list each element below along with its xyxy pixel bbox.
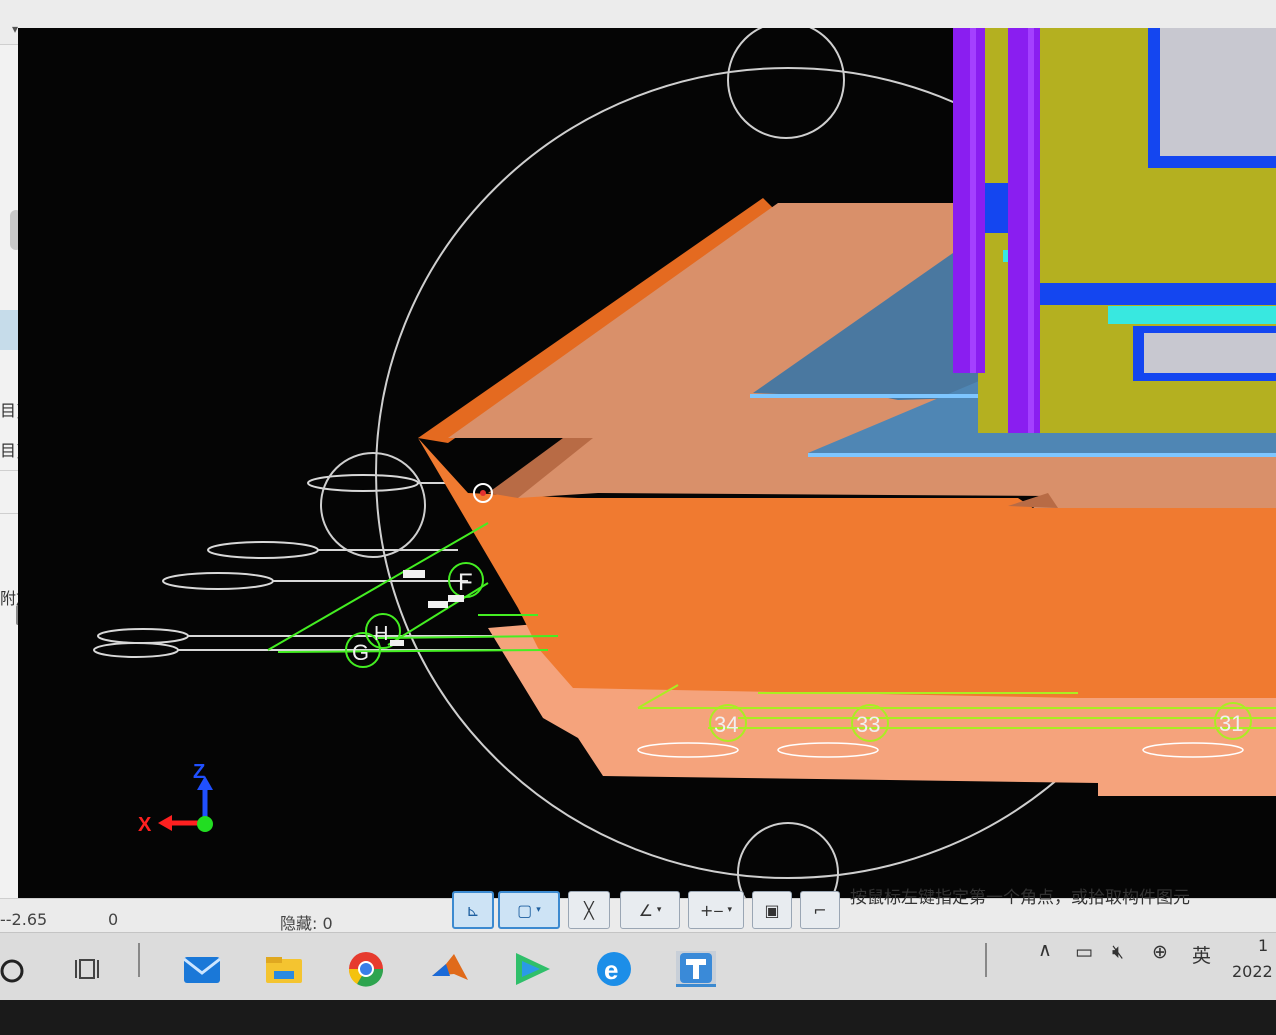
ime-indicator[interactable]: 英 xyxy=(1192,941,1211,968)
windows-taskbar: e ∧ ▭ 🔇︎ ⊕ 英 1 2022 xyxy=(0,932,1276,1000)
grid-label-G: G xyxy=(352,640,369,665)
chevron-up-icon[interactable]: ∧ xyxy=(1038,939,1052,961)
video-player-icon[interactable] xyxy=(512,951,552,987)
orbit-handle-top xyxy=(727,28,845,139)
svg-text:e: e xyxy=(604,955,618,985)
task-view-icon[interactable] xyxy=(68,951,108,987)
search-circle-icon[interactable] xyxy=(0,953,32,989)
axis-bubble-ellipse xyxy=(207,541,319,559)
orbit-handle-left xyxy=(320,452,426,558)
angle-button[interactable]: ∠ ▾ xyxy=(620,891,680,929)
dimension-icon: +‒ xyxy=(699,900,724,920)
cross-select-icon: ╳ xyxy=(584,900,594,920)
view-button[interactable]: ▣ xyxy=(752,891,792,929)
grid-label-33: 33 xyxy=(856,712,880,737)
secondary-readout: 0 xyxy=(108,910,119,929)
taskbar-separator xyxy=(138,943,140,977)
arc-button[interactable]: ⌐ xyxy=(800,891,840,929)
coordinate-readout: --2.65 xyxy=(0,910,48,929)
viewport-canvas[interactable]: F G H 34 33 31 Z X xyxy=(18,28,1276,900)
system-clock[interactable]: 1 2022 xyxy=(1232,933,1273,985)
edge-browser-icon[interactable]: e xyxy=(594,951,634,987)
rect-select-icon: ▢ xyxy=(517,900,533,920)
orbit-handle-bottom xyxy=(737,822,839,900)
purple-column xyxy=(1008,28,1040,433)
axis-x-label: X xyxy=(138,814,152,836)
grid-axis-lines-left xyxy=(93,474,518,658)
axis-bubble-ellipse xyxy=(93,642,179,658)
command-hint: 按鼠标左键指定第一个角点，或拾取构件图元 xyxy=(850,888,1190,908)
file-explorer-icon[interactable] xyxy=(264,951,304,987)
angle-icon: ∠ xyxy=(638,900,653,920)
grid-label-34: 34 xyxy=(714,712,738,737)
structure-app-icon[interactable] xyxy=(676,951,716,987)
chevron-down-icon[interactable]: ▾ xyxy=(657,905,662,915)
purple-column-edge xyxy=(970,28,976,373)
rect-select-button[interactable]: ▢ ▾ xyxy=(498,891,560,929)
clock-date: 2022 xyxy=(1232,962,1273,981)
axis-bubble-ellipse xyxy=(97,628,189,644)
axis-bubble-ellipse xyxy=(162,572,274,590)
purple-column-edge xyxy=(1028,28,1034,433)
ortho-snap-button[interactable]: ⊾ xyxy=(452,891,494,929)
ortho-snap-icon: ⊾ xyxy=(466,900,480,920)
dimension-button[interactable]: +‒ ▾ xyxy=(688,891,744,929)
view-icon: ▣ xyxy=(764,900,780,920)
taskbar-separator xyxy=(985,943,987,977)
chevron-down-icon[interactable]: ▾ xyxy=(536,905,541,915)
globe-icon[interactable]: ⊕ xyxy=(1152,941,1168,963)
volume-muted-icon[interactable]: 🔇︎ xyxy=(1112,941,1124,963)
window-pane xyxy=(1160,28,1276,156)
grid-label-H: H xyxy=(374,623,388,645)
axis-triad-icon xyxy=(158,776,213,832)
purple-column xyxy=(953,28,985,373)
clock-time: 1 xyxy=(1258,936,1269,955)
axis-z-label: Z xyxy=(193,761,205,783)
chrome-icon[interactable] xyxy=(346,951,386,987)
cross-select-button[interactable]: ╳ xyxy=(568,891,610,929)
mail-icon[interactable] xyxy=(182,951,222,987)
grid-label-31: 31 xyxy=(1219,711,1243,736)
matlab-icon[interactable] xyxy=(430,951,470,987)
cyan-beam xyxy=(1108,306,1276,324)
grid-label-F: F xyxy=(458,569,473,596)
3d-viewport[interactable]: F G H 34 33 31 Z X xyxy=(18,28,1276,900)
screen: ▾ 目) 目) ▸ ✕ 附加 xyxy=(0,0,1276,1000)
hidden-count: 隐藏: 0 xyxy=(280,914,333,933)
arc-icon: ⌐ xyxy=(813,900,827,920)
battery-icon[interactable]: ▭ xyxy=(1075,941,1093,963)
blue-beam xyxy=(1038,283,1276,305)
chevron-down-icon[interactable]: ▾ xyxy=(728,905,733,915)
window-pane xyxy=(1144,333,1276,373)
